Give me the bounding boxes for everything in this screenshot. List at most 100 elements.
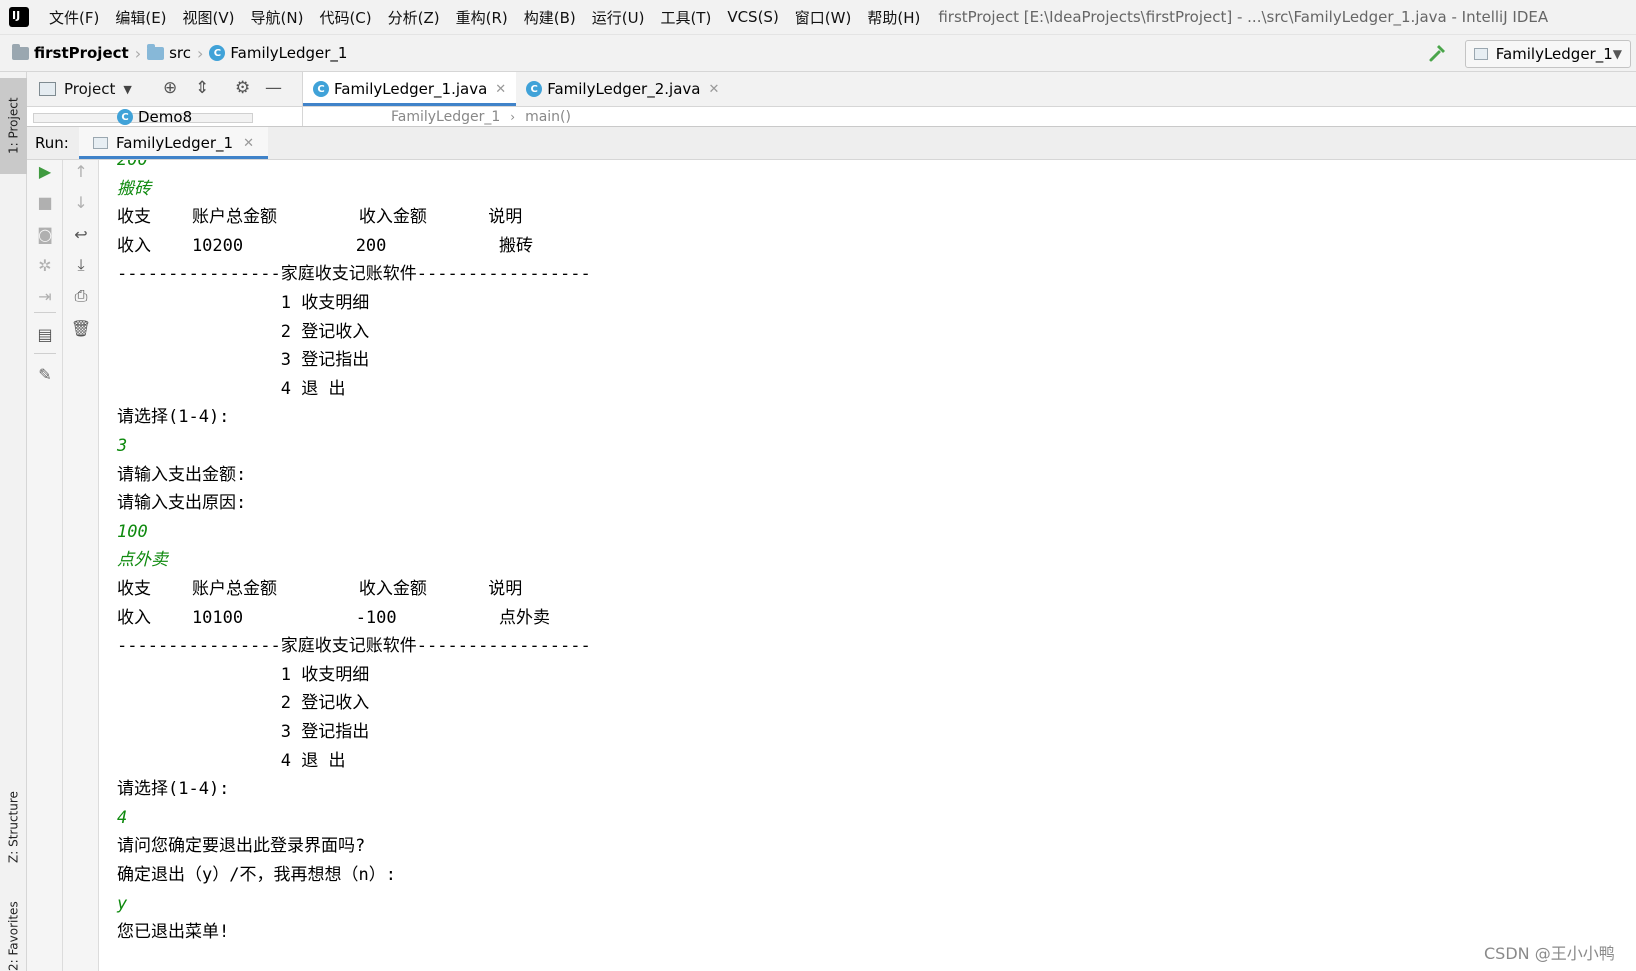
console-output-line: 请输入支出金额:	[117, 464, 247, 485]
intellij-logo-icon	[6, 4, 32, 30]
breadcrumb-project-label: firstProject	[34, 44, 129, 62]
breadcrumb-src-label: src	[169, 44, 191, 62]
run-window-title: Run:	[35, 134, 69, 152]
tree-item-demo8[interactable]: C Demo8	[117, 108, 192, 126]
soft-wrap-icon[interactable]: ↩	[70, 223, 92, 245]
scroll-to-end-icon[interactable]: ⤓	[70, 254, 92, 276]
menu-code[interactable]: 代码(C)	[311, 7, 379, 28]
console-output-line: ----------------家庭收支记账软件----------------…	[117, 636, 591, 657]
console-output-line: 3 登记指出	[117, 722, 370, 742]
menu-file[interactable]: 文件(F)	[41, 7, 107, 28]
menu-tools[interactable]: 工具(T)	[652, 7, 719, 28]
pin-icon[interactable]: ✎	[34, 363, 56, 385]
editor-tab-familyledger-1[interactable]: C FamilyLedger_1.java ✕	[303, 72, 517, 106]
navigation-bar: firstProject › src › C FamilyLedger_1	[0, 35, 1636, 72]
close-icon[interactable]: ✕	[495, 82, 506, 97]
project-view-icon	[39, 82, 56, 96]
menu-window[interactable]: 窗口(W)	[787, 7, 860, 28]
arrow-down-icon[interactable]: ↓	[70, 191, 92, 213]
run-tool-window-header: Run: FamilyLedger_1 ✕	[27, 126, 1636, 160]
console-output-line: 请输入支出原因:	[117, 493, 247, 514]
editor-breadcrumb-class[interactable]: FamilyLedger_1	[391, 109, 500, 125]
console-user-input-line: 搬砖	[117, 178, 151, 199]
breadcrumb-separator-icon: ›	[510, 109, 516, 124]
breadcrumb-separator-icon: ›	[134, 43, 142, 63]
window-title: firstProject [E:\IdeaProjects\firstProje…	[938, 8, 1549, 26]
stop-icon[interactable]: ■	[34, 191, 56, 213]
chevron-down-icon: ▼	[1612, 47, 1622, 61]
editor-tab-label: FamilyLedger_2.java	[547, 80, 701, 98]
run-configuration-label: FamilyLedger_1	[1495, 45, 1613, 63]
console-output-line: 1 收支明细	[117, 293, 370, 313]
console-output-line: 请问您确定要退出此登录界面吗?	[117, 836, 366, 857]
camera-icon[interactable]: ◙	[34, 223, 56, 245]
collapse-all-icon[interactable]: ⇕	[195, 78, 209, 98]
menu-help[interactable]: 帮助(H)	[859, 7, 928, 28]
hide-panel-icon[interactable]: —	[265, 78, 282, 98]
layout-icon[interactable]: ▤	[34, 323, 56, 345]
chevron-down-icon[interactable]: ▼	[123, 83, 131, 96]
rerun-icon[interactable]: ▶	[34, 160, 56, 182]
tool-tab-project[interactable]: 1: Project	[0, 78, 27, 174]
menu-edit[interactable]: 编辑(E)	[107, 7, 174, 28]
console-output-line: 4 退 出	[117, 378, 346, 399]
run-tab-label: FamilyLedger_1	[116, 134, 234, 152]
menu-build[interactable]: 构建(B)	[516, 7, 584, 28]
run-toolbar-secondary: ↑ ↓ ↩ ⤓ ⎙ 🗑	[63, 160, 99, 971]
run-config-icon	[1474, 48, 1488, 60]
exit-icon[interactable]: ⇥	[34, 285, 56, 307]
menu-view[interactable]: 视图(V)	[175, 7, 243, 28]
console-user-input-line: 200	[117, 160, 148, 170]
tree-item-label: Demo8	[138, 108, 193, 126]
project-view-selector[interactable]: Project	[64, 80, 115, 98]
tool-tab-structure[interactable]: Z: Structure	[0, 762, 27, 892]
left-tool-stripe: 1: Project Z: Structure 2: Favorites	[0, 72, 27, 971]
breadcrumb-project[interactable]: firstProject	[12, 43, 129, 62]
console-output[interactable]: 200 搬砖 收支 账户总金额 收入金额 说明 收入 10200 200 搬砖 ----…	[99, 160, 1636, 971]
breadcrumb-src[interactable]: src	[147, 43, 191, 62]
menu-bar: 文件(F) 编辑(E) 视图(V) 导航(N) 代码(C) 分析(Z) 重构(R…	[0, 0, 1636, 35]
console-output-line: ----------------家庭收支记账软件----------------…	[117, 264, 591, 285]
menu-analyze[interactable]: 分析(Z)	[380, 7, 448, 28]
tool-tab-favorites[interactable]: 2: Favorites	[0, 902, 27, 971]
console-user-input-line: 3	[117, 436, 128, 456]
console-output-line: 收入 10100 -100 点外卖	[117, 607, 550, 628]
run-configuration-selector[interactable]: FamilyLedger_1 ▼	[1465, 40, 1631, 68]
editor-tab-familyledger-2[interactable]: C FamilyLedger_2.java ✕	[516, 72, 729, 106]
arrow-up-icon[interactable]: ↑	[70, 160, 92, 182]
print-icon[interactable]: ⎙	[70, 285, 92, 307]
trash-icon[interactable]: 🗑	[70, 317, 92, 339]
menu-navigate[interactable]: 导航(N)	[243, 7, 312, 28]
breadcrumb-class-label: FamilyLedger_1	[230, 44, 348, 62]
close-icon[interactable]: ✕	[243, 136, 254, 151]
menu-refactor[interactable]: 重构(R)	[448, 7, 516, 28]
build-hammer-icon[interactable]	[1428, 43, 1448, 63]
locate-target-icon[interactable]: ⊕	[163, 78, 177, 98]
editor-breadcrumb: FamilyLedger_1 › main()	[303, 107, 1636, 126]
java-class-icon: C	[526, 81, 543, 97]
project-tree: C Demo8	[27, 107, 303, 126]
console-output-line: 收支 账户总金额 收入金额 说明	[117, 207, 523, 228]
console-user-input-line: 点外卖	[117, 550, 168, 571]
editor-breadcrumb-method[interactable]: main()	[525, 109, 571, 125]
debug-bug-icon[interactable]: ✲	[34, 254, 56, 276]
gear-icon[interactable]: ⚙	[235, 78, 250, 98]
run-tab-familyledger-1[interactable]: FamilyLedger_1 ✕	[79, 127, 268, 159]
console-output-line: 您已退出菜单!	[117, 922, 230, 943]
watermark: CSDN @王小小鸭	[1484, 944, 1615, 963]
console-user-input-line: 100	[117, 521, 148, 542]
close-icon[interactable]: ✕	[708, 82, 719, 97]
project-folder-icon	[12, 43, 29, 60]
console-output-line: 确定退出（y）/不，我再想想（n）:	[117, 865, 396, 885]
console-output-line: 1 收支明细	[117, 664, 370, 685]
console-output-line: 4 退 出	[117, 750, 346, 771]
console-output-line: 请选择(1-4):	[117, 779, 230, 800]
menu-run[interactable]: 运行(U)	[584, 7, 653, 28]
toolbar-divider	[34, 353, 56, 354]
breadcrumb-class[interactable]: C FamilyLedger_1	[209, 44, 347, 62]
menu-vcs[interactable]: VCS(S)	[719, 8, 786, 26]
editor-tab-label: FamilyLedger_1.java	[334, 80, 488, 98]
source-folder-icon	[147, 43, 165, 60]
console-output-line: 2 登记收入	[117, 321, 370, 342]
run-toolbar-primary: ▶ ■ ◙ ✲ ⇥ ▤ ✎	[27, 160, 63, 971]
